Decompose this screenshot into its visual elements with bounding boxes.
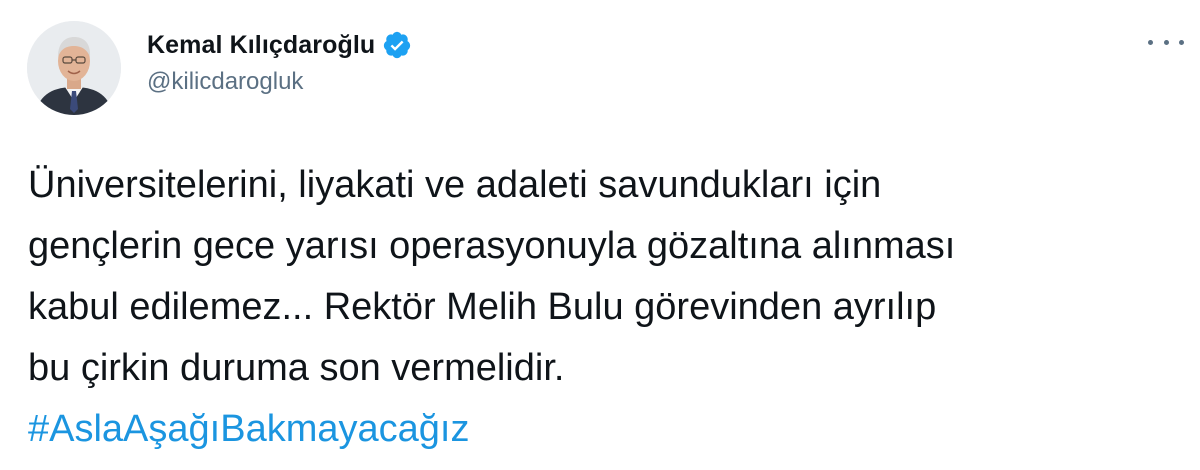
verified-badge-icon bbox=[382, 30, 412, 60]
hashtag-link[interactable]: #AslaAşağıBakmayacağız bbox=[28, 399, 1178, 460]
tweet-text: Üniversitelerini, liyakati ve adaleti sa… bbox=[28, 155, 1178, 460]
dot bbox=[1179, 39, 1184, 45]
name-row: Kemal Kılıçdaroğlu bbox=[147, 28, 412, 62]
tweet-card: Kemal Kılıçdaroğlu @kilicdarogluk Üniver… bbox=[0, 0, 1200, 470]
user-handle[interactable]: @kilicdarogluk bbox=[147, 68, 412, 96]
tweet-line: gençlerin gece yarısı operasyonuyla göza… bbox=[28, 225, 956, 267]
dot bbox=[1148, 39, 1153, 45]
avatar[interactable] bbox=[27, 21, 121, 115]
dot bbox=[1163, 39, 1169, 45]
more-options-icon[interactable] bbox=[1148, 30, 1184, 54]
display-name[interactable]: Kemal Kılıçdaroğlu bbox=[147, 31, 375, 60]
tweet-line: Üniversitelerini, liyakati ve adaleti sa… bbox=[28, 164, 882, 206]
tweet-line: bu çirkin duruma son vermelidir. bbox=[28, 347, 565, 389]
tweet-line: kabul edilemez... Rektör Melih Bulu göre… bbox=[28, 286, 937, 328]
author-info: Kemal Kılıçdaroğlu @kilicdarogluk bbox=[147, 28, 412, 96]
profile-photo bbox=[27, 21, 121, 115]
